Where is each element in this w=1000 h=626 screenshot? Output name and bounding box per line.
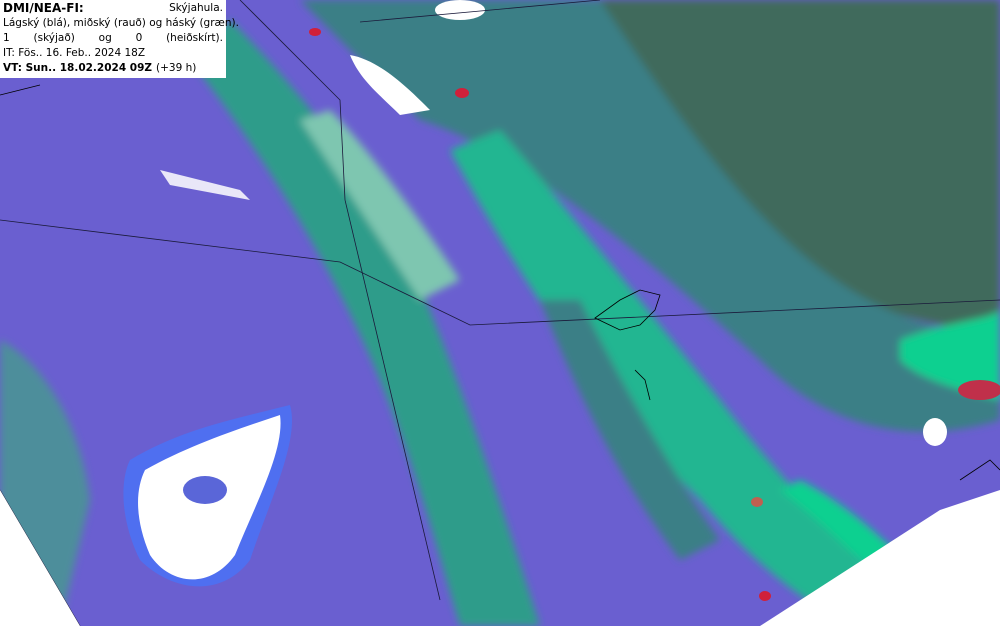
initial-time: IT: Fös.. 16. Feb.. 2024 18Z	[3, 47, 146, 59]
map-legend: DMI/NEA-FI: Skýjahula. Lágský (blá), mið…	[0, 0, 239, 78]
scale-high-value: 1	[3, 32, 10, 44]
legend-layers: Lágský (blá), miðský (rauð) og háský (gr…	[3, 17, 239, 29]
scale-low-label: (heiðskírt).	[166, 32, 223, 44]
scale-low-value: 0	[135, 32, 143, 44]
scale-high-label: (skýjað)	[33, 32, 75, 44]
cloud-cover-map	[0, 0, 1000, 626]
legend-source: DMI/NEA-FI:	[3, 1, 84, 15]
legend-parameter: Skýjahula.	[169, 2, 223, 14]
lead-time: (+39 h)	[156, 62, 197, 74]
scale-and: og	[98, 32, 112, 44]
valid-time: VT: Sun.. 18.02.2024 09Z	[3, 62, 153, 74]
